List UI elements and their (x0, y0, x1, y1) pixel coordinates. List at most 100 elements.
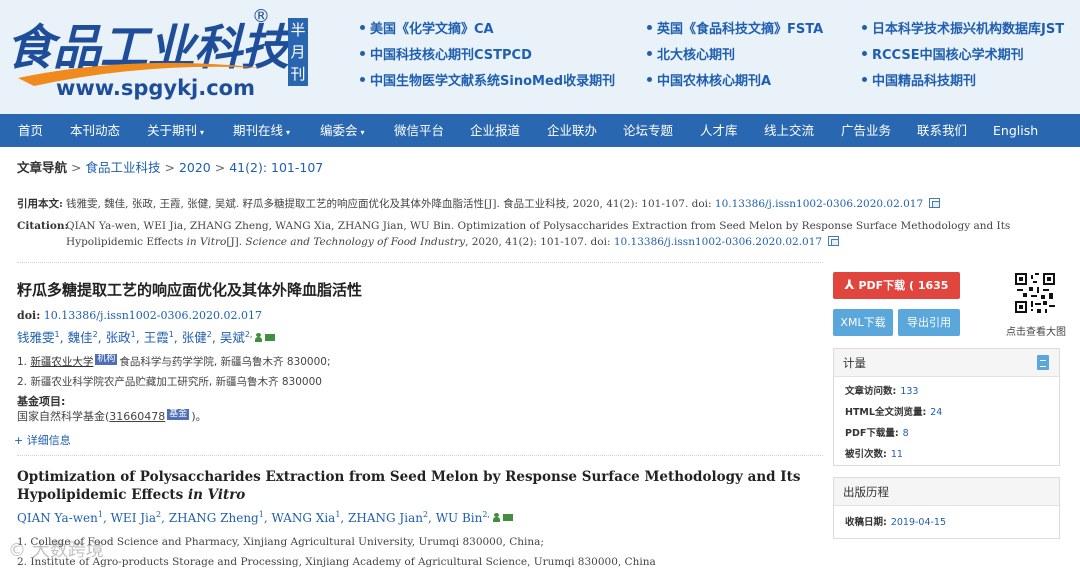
author-link[interactable]: 张健 (182, 330, 207, 345)
index-item[interactable]: 日本科学技术振兴机构数据库JST (862, 18, 1064, 37)
stats-title: 计量 (843, 356, 866, 370)
qr-caption[interactable]: 点击查看大图 (1006, 323, 1066, 338)
xml-download-button[interactable]: XML下载 (833, 309, 893, 336)
institution-link[interactable]: 新疆农业大学 (30, 356, 93, 368)
index-item[interactable]: 美国《化学文摘》CA (360, 18, 494, 37)
doi-link[interactable]: 10.13386/j.issn1002-0306.2020.02.017 (44, 309, 262, 322)
index-label: 英国《食品科技文摘》FSTA (657, 22, 824, 37)
nav-item-english[interactable]: English (993, 114, 1038, 147)
pdf-download-button[interactable]: ⅄ PDF下载 ( 1635 KB) (833, 272, 960, 319)
doi-label: doi: (17, 309, 41, 322)
citation-cn-doi-link[interactable]: 10.13386/j.issn1002-0306.2020.02.017 (715, 198, 923, 210)
affil-rest: 食品科学与药学学院, 新疆乌鲁木齐 830000; (119, 356, 331, 368)
affiliation-en-2: 2. Institute of Agro-products Storage an… (17, 556, 656, 568)
nav-item-online[interactable]: 期刊在线 ▾ (233, 114, 290, 147)
author-sup: 2 (206, 329, 212, 339)
stat-row: 被引次数: 11 (845, 446, 903, 460)
author-link[interactable]: ZHANG Zheng (169, 511, 259, 525)
main-nav: 首页 本刊动态 关于期刊 ▾ 期刊在线 ▾ 编委会 ▾ 微信平台 企业报道 企业联办 … (0, 114, 1080, 147)
nav-item-talent[interactable]: 人才库 (700, 114, 738, 147)
breadcrumb: 文章导航 > 食品工业科技 > 2020 > 41(2): 101-107 (17, 157, 323, 176)
author-sup: 2 (422, 510, 429, 519)
history-row: 收稿日期: 2019-04-15 (845, 514, 946, 528)
stat-value[interactable]: 8 (903, 428, 909, 439)
fund-prefix: 国家自然科学基金( (17, 410, 110, 423)
nav-item-news[interactable]: 本刊动态 (70, 114, 120, 147)
author-link[interactable]: 王霞 (144, 330, 169, 345)
nav-item-enterprise-joint[interactable]: 企业联办 (547, 114, 597, 147)
author-link[interactable]: 吴斌 (220, 330, 245, 345)
author-sup: 1 (97, 510, 103, 519)
nav-item-editorial[interactable]: 编委会 ▾ (320, 114, 365, 147)
qr-code-icon[interactable] (1015, 273, 1055, 313)
watermark: © 大数跨境 (8, 540, 104, 561)
mail-icon[interactable] (265, 334, 276, 341)
citation-en-journal: Science and Technology of Food Industry (245, 236, 466, 248)
author-link[interactable]: 张政 (106, 330, 131, 345)
breadcrumb-issue[interactable]: 41(2): 101-107 (229, 160, 323, 175)
index-label: 日本科学技术振兴机构数据库JST (872, 22, 1065, 37)
history-label: 收稿日期: (845, 517, 887, 528)
author-link[interactable]: WU Bin (436, 511, 483, 525)
author-link[interactable]: 魏佳 (68, 330, 93, 345)
bullet-icon (647, 51, 652, 56)
bullet-icon (862, 25, 867, 30)
citation-en-doi-link[interactable]: 10.13386/j.issn1002-0306.2020.02.017 (614, 236, 822, 248)
breadcrumb-label: 文章导航 (17, 160, 68, 175)
nav-item-forum[interactable]: 论坛专题 (623, 114, 673, 147)
bullet-icon (647, 25, 652, 30)
corresponding-author-icon (492, 513, 500, 522)
stat-value[interactable]: 11 (891, 449, 903, 460)
details-toggle[interactable]: + 详细信息 (14, 432, 71, 448)
corresponding-author-icon (255, 333, 263, 342)
fund-number-link[interactable]: 31660478 (109, 410, 165, 423)
nav-item-wechat[interactable]: 微信平台 (394, 114, 444, 147)
fund-text: 国家自然科学基金(31660478 基金)。 (17, 408, 207, 424)
index-item[interactable]: 英国《食品科技文摘》FSTA (647, 18, 823, 37)
bullet-icon (360, 51, 365, 56)
bullet-icon (862, 51, 867, 56)
citation-en-italic: in Vitro (186, 236, 227, 248)
index-item[interactable]: 北大核心期刊 (647, 44, 735, 63)
logo-url: www.spgykj.com (56, 76, 255, 100)
stat-value[interactable]: 133 (900, 386, 918, 397)
stat-row: HTML全文浏览量: 24 (845, 404, 942, 418)
index-item[interactable]: 中国生物医学文献系统SinoMed收录期刊 (360, 70, 615, 89)
site-logo[interactable]: 食品工业科技 ® www.spgykj.com (6, 4, 289, 104)
breadcrumb-year[interactable]: 2020 (179, 160, 211, 175)
author-link[interactable]: 钱雅雯 (17, 330, 55, 345)
author-link[interactable]: ZHANG Jian (348, 511, 423, 525)
breadcrumb-sep: > (71, 160, 82, 175)
breadcrumb-journal[interactable]: 食品工业科技 (85, 160, 160, 175)
mail-icon[interactable] (502, 514, 513, 521)
institution-tag[interactable]: 机构 (95, 354, 118, 365)
author-link[interactable]: WANG Xia (271, 511, 335, 525)
chevron-down-icon: ▾ (360, 128, 365, 137)
citation-en: Citation: QIAN Ya-wen, WEI Jia, ZHANG Zh… (17, 218, 1067, 252)
stat-row: 文章访问数: 133 (845, 383, 918, 397)
export-citation-button[interactable]: 导出引用 (898, 309, 960, 336)
index-item[interactable]: RCCSE中国核心学术期刊 (862, 44, 1024, 63)
citation-en-text: [J]. (226, 236, 246, 248)
author-sup: 2 (92, 329, 98, 339)
author-link[interactable]: WEI Jia (111, 511, 156, 525)
author-link[interactable]: QIAN Ya-wen (17, 511, 98, 525)
frequency-badge: 半 月 刊 (288, 18, 308, 86)
nav-item-enterprise-news[interactable]: 企业报道 (470, 114, 520, 147)
index-item[interactable]: 中国精品科技期刊 (862, 70, 976, 89)
nav-item-online-exchange[interactable]: 线上交流 (764, 114, 814, 147)
nav-item-home[interactable]: 首页 (18, 114, 43, 147)
nav-item-about[interactable]: 关于期刊 ▾ (147, 114, 204, 147)
nav-item-contact[interactable]: 联系我们 (917, 114, 967, 147)
nav-item-ads[interactable]: 广告业务 (841, 114, 891, 147)
index-item[interactable]: 中国农林核心期刊A (647, 70, 771, 89)
stat-label: 被引次数: (845, 449, 887, 460)
author-sup: 2, (244, 329, 253, 339)
document-icon[interactable] (1037, 355, 1049, 370)
index-label: 中国生物医学文献系统SinoMed收录期刊 (370, 74, 616, 89)
copy-icon[interactable] (929, 198, 941, 208)
stat-value[interactable]: 24 (930, 407, 942, 418)
fund-tag[interactable]: 基金 (167, 409, 190, 420)
copy-icon[interactable] (828, 236, 840, 246)
index-item[interactable]: 中国科技核心期刊CSTPCD (360, 44, 532, 63)
